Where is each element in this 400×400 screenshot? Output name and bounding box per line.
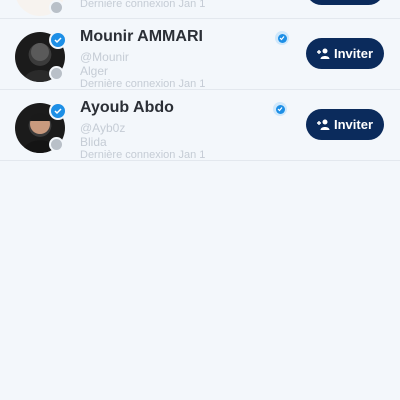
invite-button[interactable]: Inviter (306, 109, 384, 140)
verified-badge-icon (275, 31, 289, 45)
invite-label: Inviter (333, 46, 373, 61)
add-user-icon (316, 48, 330, 59)
offline-status-icon (49, 0, 64, 15)
avatar[interactable] (15, 102, 67, 153)
last-seen-text: Dernière connexion Jan 1 (80, 78, 206, 90)
user-list: Dernière connexion Jan 1 Mounir AMMARI @… (0, 0, 400, 161)
user-location: Alger (80, 64, 109, 78)
user-row[interactable]: Dernière connexion Jan 1 (0, 0, 400, 19)
avatar[interactable] (15, 31, 67, 82)
user-name: Mounir AMMARI (80, 28, 203, 45)
user-location: Blida (80, 135, 107, 149)
invite-button[interactable] (306, 0, 384, 5)
verified-badge-icon (273, 102, 287, 116)
user-row[interactable]: Ayoub Abdo @Ayb0z Blida Dernière connexi… (0, 90, 400, 161)
user-name: Ayoub Abdo (80, 99, 174, 116)
invite-button[interactable]: Inviter (306, 38, 384, 69)
user-row[interactable]: Mounir AMMARI @Mounir Alger Dernière con… (0, 19, 400, 90)
verified-icon (49, 102, 67, 120)
avatar[interactable] (15, 0, 65, 16)
user-handle: @Ayb0z (80, 121, 126, 135)
user-handle: @Mounir (80, 50, 129, 64)
last-seen-text: Dernière connexion Jan 1 (80, 0, 206, 10)
verified-icon (49, 31, 67, 49)
offline-status-icon (49, 137, 64, 152)
offline-status-icon (49, 66, 64, 81)
add-user-icon (316, 119, 330, 130)
last-seen-text: Dernière connexion Jan 1 (80, 149, 206, 161)
invite-label: Inviter (333, 117, 373, 132)
